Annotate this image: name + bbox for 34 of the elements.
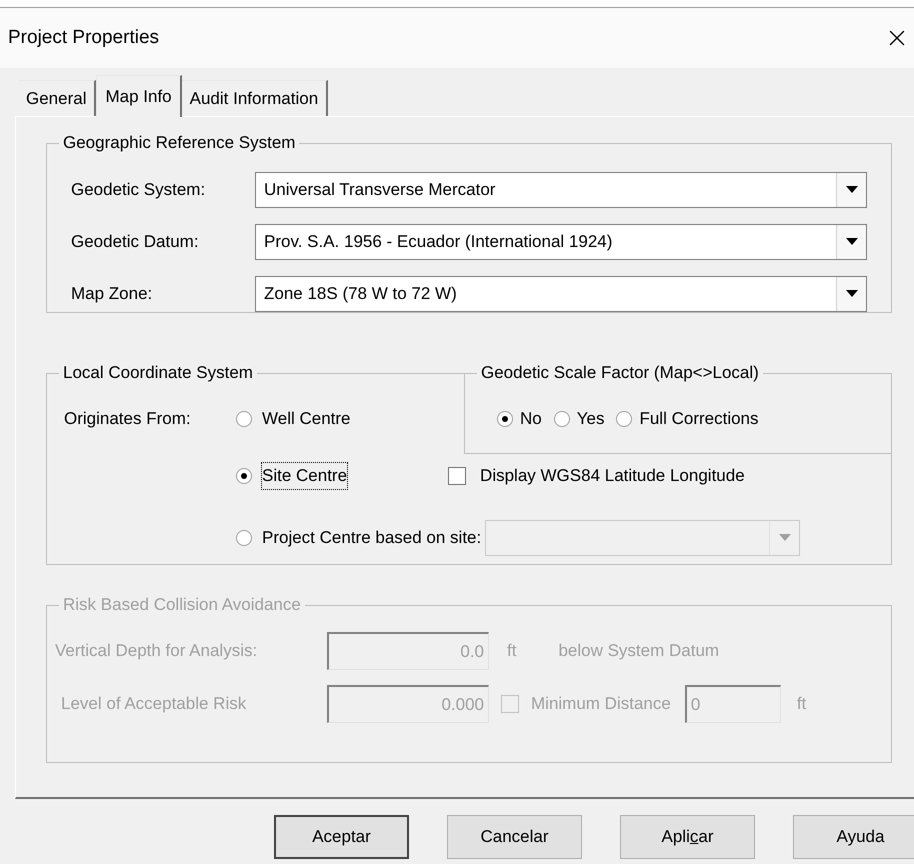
note-text: below System Datum xyxy=(558,640,720,662)
radio-button[interactable] xyxy=(236,468,252,484)
dialog-button[interactable]: Cancelar xyxy=(447,815,582,859)
radio-button[interactable] xyxy=(554,410,570,426)
unit-label: ft xyxy=(507,640,516,662)
field-label: Vertical Depth for Analysis: xyxy=(55,640,258,662)
checkbox-label: Display WGS84 Latitude Longitude xyxy=(480,465,745,487)
dropdown[interactable]: Prov. S.A. 1956 - Ecuador (International 1924) xyxy=(255,224,867,260)
dialog-button[interactable]: Ayuda xyxy=(793,815,914,859)
field-label: Geodetic System: xyxy=(71,179,206,202)
radio-label: No xyxy=(520,408,542,430)
radio-label: Well Centre xyxy=(261,408,352,430)
radio-label: Yes xyxy=(576,408,604,430)
radio-label: Site Centre xyxy=(261,462,348,490)
checkbox-label: Minimum Distance xyxy=(531,693,671,716)
checkbox[interactable] xyxy=(448,466,466,485)
radio-button[interactable] xyxy=(236,411,252,427)
unit-label: ft xyxy=(796,693,806,716)
window-title: Project Properties xyxy=(8,26,160,50)
field-label: Level of Acceptable Risk xyxy=(60,693,248,716)
radio-label: Project Centre based on site: xyxy=(261,526,482,549)
tab[interactable]: Audit Information xyxy=(182,80,328,116)
dialog-button[interactable]: Aceptar xyxy=(274,815,409,859)
radio-button[interactable] xyxy=(236,530,252,546)
dialog-button[interactable]: Aplicar xyxy=(620,815,755,859)
field-label: Geodetic Datum: xyxy=(71,231,200,254)
dropdown[interactable]: Universal Transverse Mercator xyxy=(255,172,867,208)
field-label: Map Zone: xyxy=(71,283,154,306)
dropdown[interactable]: Zone 18S (78 W to 72 W) xyxy=(255,276,867,312)
radio-button[interactable] xyxy=(497,410,513,426)
field-label: Originates From: xyxy=(64,408,192,430)
tab[interactable]: Map Info xyxy=(96,75,182,117)
radio-button[interactable] xyxy=(616,410,632,426)
radio-label: Full Corrections xyxy=(639,408,759,430)
